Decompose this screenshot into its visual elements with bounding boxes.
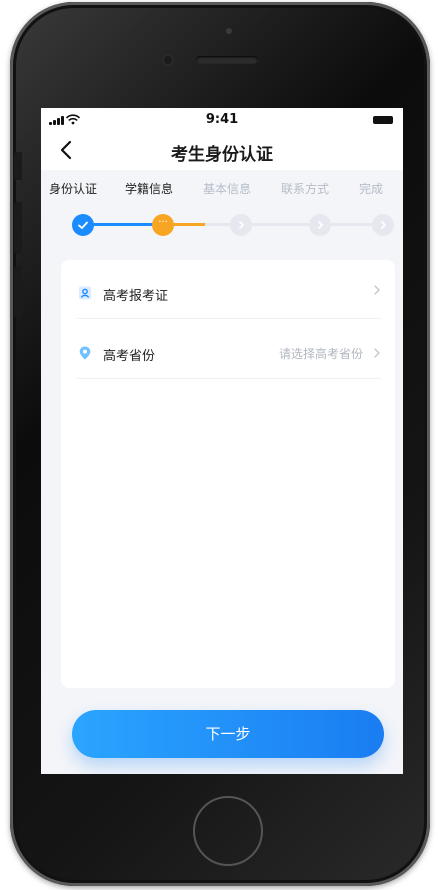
status-bar: 9:41	[41, 108, 403, 130]
page-title: 考生身份认证	[171, 145, 273, 165]
step-label-contact: 联系方式	[281, 182, 330, 196]
earpiece-speaker	[196, 56, 258, 64]
step-label-basic-info: 基本信息	[203, 182, 252, 196]
step-label-identity: 身份认证	[49, 182, 98, 196]
exam-admission-ticket-row[interactable]: 高考报考证	[77, 268, 381, 319]
exam-province-row[interactable]: 高考省份 请选择高考省份	[77, 328, 381, 379]
ellipsis-icon: ···	[158, 217, 168, 228]
form-card: 高考报考证 高考省份 请选择高考省份	[61, 260, 395, 688]
exam-admission-ticket-label: 高考报考证	[103, 289, 169, 304]
chevron-right-icon	[374, 285, 380, 295]
step-dot-pending-1	[230, 214, 252, 236]
home-button[interactable]	[193, 796, 263, 866]
chevron-right-icon	[374, 348, 380, 358]
chevron-right-icon	[381, 221, 386, 229]
id-card-icon	[79, 286, 91, 300]
step-dot-pending-2	[309, 214, 331, 236]
next-step-button[interactable]: 下一步	[72, 710, 384, 758]
step-dot-active: ···	[152, 214, 174, 236]
step-dot-pending-3	[372, 214, 394, 236]
volume-up-button	[14, 202, 22, 254]
volume-down-button	[14, 266, 22, 318]
step-label-complete: 完成	[359, 182, 384, 196]
front-camera	[164, 56, 172, 64]
mute-switch	[14, 152, 22, 180]
app-screen: 9:41 考生身份认证 身份认证 学籍信息 基本信息 联系方式 完成 ··· 高…	[41, 108, 403, 774]
chevron-right-icon	[318, 221, 323, 229]
exam-province-placeholder: 请选择高考省份	[278, 347, 363, 361]
location-pin-icon	[79, 346, 91, 360]
step-connector-2-pending	[205, 223, 233, 226]
check-icon	[78, 221, 88, 229]
progress-stepper: 身份认证 学籍信息 基本信息 联系方式 完成 ···	[41, 170, 403, 250]
chevron-right-icon	[239, 221, 244, 229]
status-time: 9:41	[205, 112, 239, 127]
exam-province-label: 高考省份	[103, 349, 156, 364]
navigation-bar: 考生身份认证	[41, 130, 403, 170]
step-label-school-record: 学籍信息	[125, 182, 174, 196]
proximity-sensor	[226, 28, 232, 34]
step-dot-done	[72, 214, 94, 236]
battery-icon	[373, 116, 393, 124]
